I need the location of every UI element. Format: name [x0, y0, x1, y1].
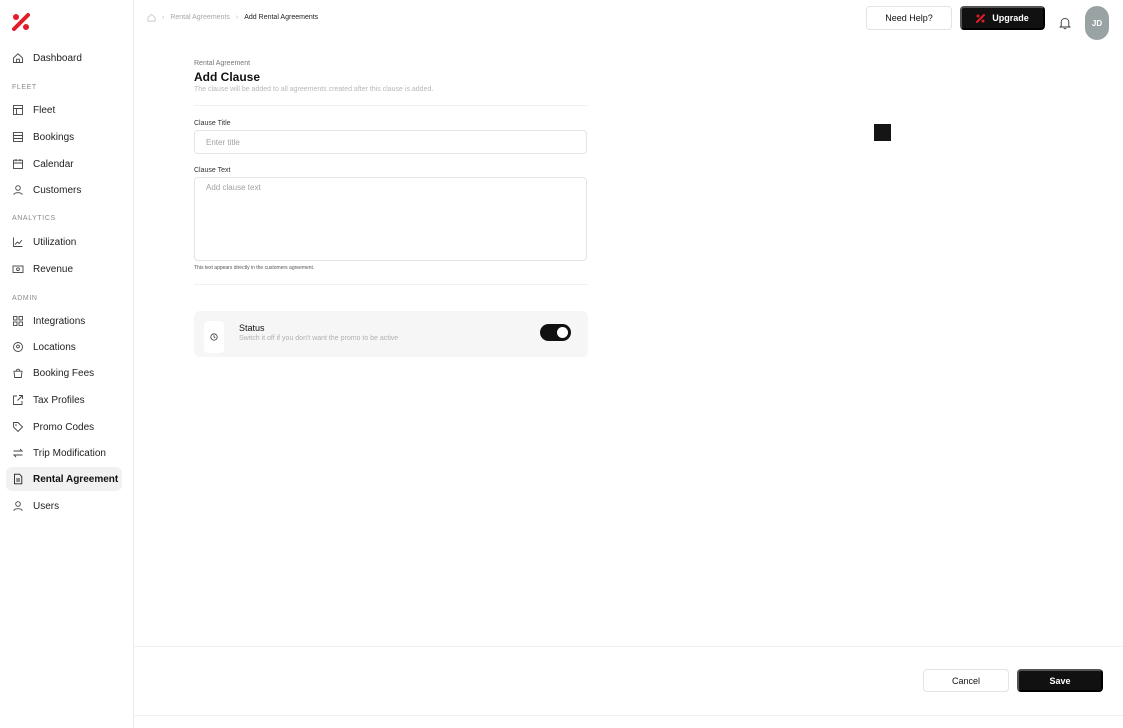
- sidebar-item-label: Tax Profiles: [33, 394, 85, 406]
- grid-icon: [12, 315, 24, 327]
- add-clause-form: Rental Agreement Add Clause The clause w…: [194, 60, 588, 285]
- sidebar-item-label: Bookings: [33, 131, 75, 143]
- footer-bottom-divider: [134, 715, 1123, 716]
- home-icon: [12, 52, 24, 64]
- page-title: Add Clause: [194, 70, 261, 84]
- brand-logo-icon[interactable]: [12, 13, 30, 31]
- swap-icon: [12, 447, 24, 459]
- clause-text-hint: This text appears directly in the custom…: [194, 265, 315, 271]
- breadcrumb-separator: ›: [162, 14, 165, 21]
- toggle-knob: [557, 327, 568, 338]
- inbox-icon: [12, 131, 24, 143]
- sidebar-item-label: Rental Agreement: [33, 473, 119, 485]
- clause-text-input[interactable]: [194, 177, 587, 261]
- clause-text-label: Clause Text: [194, 167, 231, 174]
- sidebar-item-label: Calendar: [33, 158, 74, 170]
- calendar-icon: [12, 158, 24, 170]
- sidebar-item-tax-profiles[interactable]: Tax Profiles: [6, 388, 122, 412]
- topbar: › Rental Agreements › Add Rental Agreeme…: [134, 0, 1123, 40]
- user-icon: [12, 184, 24, 196]
- status-icon-box: [204, 321, 224, 353]
- sidebar-item-bookings[interactable]: Bookings: [6, 125, 122, 149]
- sidebar-item-locations[interactable]: Locations: [6, 335, 122, 359]
- divider: [194, 105, 588, 106]
- clause-title-input[interactable]: [194, 130, 587, 154]
- breadcrumb-home-icon[interactable]: [147, 13, 156, 22]
- breadcrumb-separator: ›: [235, 14, 239, 21]
- tag-icon: [12, 421, 24, 433]
- need-help-button[interactable]: Need Help?: [866, 6, 952, 30]
- footer-divider: [134, 646, 1123, 647]
- sidebar-item-label: Locations: [33, 341, 76, 353]
- brand-mark-icon: [976, 13, 986, 23]
- breadcrumb-link[interactable]: Rental Agreements: [170, 14, 230, 21]
- file-text-icon: [12, 473, 24, 485]
- sidebar-item-rental-agreement[interactable]: Rental Agreement: [6, 467, 122, 491]
- sidebar-item-customers[interactable]: Customers: [6, 178, 122, 202]
- sidebar-item-dashboard[interactable]: Dashboard: [6, 46, 122, 70]
- status-title: Status: [239, 323, 265, 333]
- divider: [194, 284, 588, 285]
- sidebar-item-label: Users: [33, 500, 60, 512]
- sidebar-item-label: Utilization: [33, 236, 77, 248]
- sidebar-item-users[interactable]: Users: [6, 494, 122, 518]
- bell-icon[interactable]: [1058, 16, 1072, 30]
- clause-title-label: Clause Title: [194, 120, 231, 127]
- sidebar-item-label: Revenue: [33, 263, 74, 275]
- page-eyebrow: Rental Agreement: [194, 60, 251, 67]
- sidebar-item-promo-codes[interactable]: Promo Codes: [6, 415, 122, 439]
- breadcrumb: › Rental Agreements › Add Rental Agreeme…: [147, 13, 318, 22]
- sidebar-item-label: Promo Codes: [33, 421, 95, 433]
- user-icon: [12, 500, 24, 512]
- sidebar-item-label: Dashboard: [33, 52, 82, 64]
- sidebar-item-booking-fees[interactable]: Booking Fees: [6, 361, 122, 385]
- sidebar-item-label: Trip Modification: [33, 447, 106, 459]
- floating-square: [874, 124, 891, 141]
- chart-line-icon: [12, 236, 24, 248]
- page-subtitle: The clause will be added to all agreemen…: [194, 86, 434, 93]
- upgrade-label: Upgrade: [992, 13, 1029, 23]
- layout-icon: [12, 104, 24, 116]
- save-button[interactable]: Save: [1017, 669, 1103, 692]
- avatar[interactable]: JD: [1085, 6, 1109, 40]
- sidebar-item-label: Fleet: [33, 104, 56, 116]
- map-pin-icon: [12, 341, 24, 353]
- sidebar-item-label: Integrations: [33, 315, 86, 327]
- cancel-button[interactable]: Cancel: [923, 669, 1009, 692]
- external-link-icon: [12, 394, 24, 406]
- breadcrumb-current: Add Rental Agreements: [244, 14, 319, 21]
- sidebar-item-calendar[interactable]: Calendar: [6, 152, 122, 176]
- status-description: Switch it off if you don't want the prom…: [239, 335, 399, 342]
- sidebar-item-integrations[interactable]: Integrations: [6, 309, 122, 333]
- sidebar-item-fleet[interactable]: Fleet: [6, 98, 122, 122]
- sidebar-item-utilization[interactable]: Utilization: [6, 230, 122, 254]
- upgrade-button[interactable]: Upgrade: [960, 6, 1045, 30]
- sidebar-item-label: Booking Fees: [33, 367, 95, 379]
- section-label-admin: ADMIN: [12, 295, 38, 302]
- sidebar-item-label: Customers: [33, 184, 82, 196]
- sidebar-item-revenue[interactable]: Revenue: [6, 257, 122, 281]
- sidebar-item-trip-modification[interactable]: Trip Modification: [6, 441, 122, 465]
- clock-icon: [210, 333, 218, 341]
- section-label-fleet: FLEET: [12, 84, 37, 91]
- banknote-icon: [12, 263, 24, 275]
- sidebar: Dashboard FLEET Fleet Bookings Calendar …: [0, 0, 134, 728]
- status-toggle[interactable]: [540, 324, 571, 341]
- status-card: Status Switch it off if you don't want t…: [194, 311, 588, 357]
- section-label-analytics: ANALYTICS: [12, 215, 56, 222]
- shopping-bag-icon: [12, 367, 24, 379]
